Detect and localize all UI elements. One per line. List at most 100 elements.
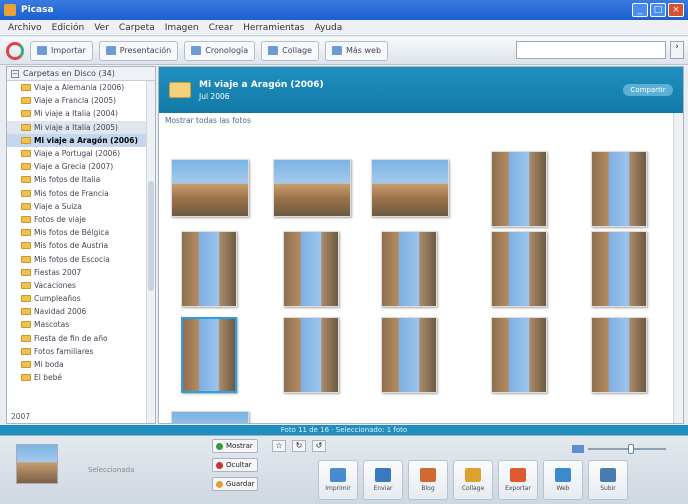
toolbar-button-4[interactable]: Más web bbox=[324, 40, 389, 61]
sidebar-folder-item[interactable]: Mi viaje a Italia (2005) bbox=[7, 120, 155, 134]
sidebar-folder-item[interactable]: Mis fotos de Austria bbox=[21, 239, 155, 252]
import-icon bbox=[37, 46, 47, 55]
slideshow-icon bbox=[105, 46, 116, 55]
folder-icon bbox=[21, 202, 31, 210]
photo-thumbnail[interactable] bbox=[371, 159, 449, 217]
sidebar-folder-item[interactable]: Fiestas 2007 bbox=[21, 266, 155, 279]
zoom-slider[interactable] bbox=[572, 444, 672, 454]
menu-item-6[interactable]: Herramientas bbox=[243, 23, 304, 33]
sidebar-folder-item[interactable]: Viaje a Alemania (2006) bbox=[21, 81, 155, 94]
hide-button[interactable]: Ocultar bbox=[212, 458, 258, 472]
menu-item-3[interactable]: Carpeta bbox=[119, 23, 155, 33]
album-view: Mi viaje a Aragón (2006) Jul 2006 Compar… bbox=[158, 66, 684, 424]
sidebar-scroll-thumb[interactable] bbox=[148, 181, 154, 291]
folder-label: Vacaciones bbox=[34, 280, 76, 290]
sidebar-folder-item[interactable]: Mi viaje a Aragón (2006) bbox=[7, 133, 155, 147]
folder-icon bbox=[21, 255, 31, 263]
photo-thumbnail[interactable] bbox=[181, 317, 237, 393]
filter-link[interactable]: Mostrar todas las fotos bbox=[159, 113, 683, 127]
folder-sidebar: − Carpetas en Disco (34) Viaje a Alemani… bbox=[6, 66, 156, 424]
sidebar-folder-item[interactable]: Viaje a Suiza bbox=[21, 200, 155, 213]
photo-thumbnail[interactable] bbox=[181, 231, 237, 307]
sidebar-folder-item[interactable]: Navidad 2006 bbox=[21, 305, 155, 318]
action-button-4[interactable]: Exportar bbox=[498, 460, 538, 500]
toolbar-buttons: Importar Presentación Cronología Collage Más… bbox=[30, 40, 389, 61]
sidebar-folder-item[interactable]: Vacaciones bbox=[21, 279, 155, 292]
sidebar-folder-item[interactable]: Fotos de viaje bbox=[21, 213, 155, 226]
search-go-button[interactable]: › bbox=[670, 41, 684, 59]
window-title: Picasa bbox=[21, 5, 54, 15]
photo-thumbnail[interactable] bbox=[381, 231, 437, 307]
photo-thumbnail[interactable] bbox=[273, 159, 351, 217]
sidebar-folder-item[interactable]: Mis fotos de Escocia bbox=[21, 252, 155, 265]
close-button[interactable]: × bbox=[668, 3, 684, 17]
photo-thumbnail[interactable] bbox=[491, 151, 547, 227]
tray-preview-thumbnail[interactable] bbox=[16, 444, 58, 484]
hide-button-label: Ocultar bbox=[226, 461, 252, 469]
photo-thumbnail[interactable] bbox=[283, 317, 339, 393]
action-button-2[interactable]: Blog bbox=[408, 460, 448, 500]
menu-item-1[interactable]: Edición bbox=[52, 23, 85, 33]
album-scrollbar[interactable] bbox=[673, 113, 683, 423]
collapse-toggle-icon[interactable]: − bbox=[11, 69, 19, 78]
rotate-left-icon[interactable]: ↺ bbox=[312, 440, 326, 452]
action-button-0[interactable]: Imprimir bbox=[318, 460, 358, 500]
save-button[interactable]: Guardar bbox=[212, 477, 258, 491]
show-button[interactable]: Mostrar bbox=[212, 439, 258, 453]
photo-thumbnail[interactable] bbox=[591, 231, 647, 307]
red-pin-icon bbox=[216, 461, 223, 469]
photo-thumbnail[interactable] bbox=[591, 151, 647, 227]
sidebar-folder-item[interactable]: Mis fotos de Bélgica bbox=[21, 226, 155, 239]
action-icon bbox=[330, 468, 346, 482]
action-button-1[interactable]: Enviar bbox=[363, 460, 403, 500]
photo-thumbnail[interactable] bbox=[283, 231, 339, 307]
action-button-5[interactable]: Web bbox=[543, 460, 583, 500]
sidebar-folder-item[interactable]: Mi boda bbox=[21, 358, 155, 371]
photo-thumbnail[interactable] bbox=[491, 317, 547, 393]
star-icon[interactable]: ☆ bbox=[272, 440, 286, 452]
folder-icon bbox=[21, 189, 31, 197]
folder-icon bbox=[21, 176, 31, 184]
photo-thumbnail[interactable] bbox=[491, 231, 547, 307]
folder-icon bbox=[21, 215, 31, 223]
sidebar-folder-item[interactable]: Viaje a Francia (2005) bbox=[21, 94, 155, 107]
action-label: Exportar bbox=[505, 485, 531, 492]
sidebar-folder-item[interactable]: Viaje a Portugal (2006) bbox=[21, 147, 155, 160]
sidebar-folder-item[interactable]: Fotos familiares bbox=[21, 345, 155, 358]
photo-thumbnail[interactable] bbox=[591, 317, 647, 393]
toolbar-button-3[interactable]: Collage bbox=[261, 40, 319, 61]
year-label: 2007 bbox=[11, 412, 31, 421]
sidebar-folder-item[interactable]: Fiesta de fin de año bbox=[21, 332, 155, 345]
photo-thumbnail[interactable] bbox=[381, 317, 437, 393]
maximize-button[interactable]: □ bbox=[650, 3, 666, 17]
menu-item-0[interactable]: Archivo bbox=[8, 23, 42, 33]
toolbar-button-0[interactable]: Importar bbox=[30, 40, 93, 61]
sidebar-folder-item[interactable]: Mis fotos de Francia bbox=[21, 187, 155, 200]
photo-thumbnail[interactable] bbox=[171, 159, 249, 217]
action-label: Web bbox=[556, 485, 570, 492]
search-input[interactable] bbox=[516, 41, 666, 59]
menu-item-5[interactable]: Crear bbox=[209, 23, 234, 33]
sidebar-folder-item[interactable]: Mi viaje a Italia (2004) bbox=[21, 107, 155, 120]
rotate-right-icon[interactable]: ↻ bbox=[292, 440, 306, 452]
menu-item-2[interactable]: Ver bbox=[94, 23, 109, 33]
sidebar-folder-item[interactable]: Cumpleaños bbox=[21, 292, 155, 305]
action-button-6[interactable]: Subir bbox=[588, 460, 628, 500]
photo-thumbnail[interactable] bbox=[171, 411, 249, 423]
collage-icon bbox=[268, 46, 279, 55]
menu-item-7[interactable]: Ayuda bbox=[314, 23, 342, 33]
toolbar-button-1[interactable]: Presentación bbox=[98, 40, 179, 61]
toolbar-button-2[interactable]: Cronología bbox=[184, 40, 256, 61]
action-button-3[interactable]: Collage bbox=[453, 460, 493, 500]
folder-tree-header-label: Carpetas en Disco (34) bbox=[23, 69, 115, 78]
minimize-button[interactable]: _ bbox=[632, 3, 648, 17]
sidebar-folder-item[interactable]: Mis fotos de Italia bbox=[21, 173, 155, 186]
menu-item-4[interactable]: Imagen bbox=[165, 23, 199, 33]
album-share-button[interactable]: Compartir bbox=[623, 84, 673, 96]
folder-tree-header[interactable]: − Carpetas en Disco (34) bbox=[7, 67, 155, 81]
sidebar-scrollbar[interactable] bbox=[146, 81, 155, 423]
sidebar-folder-item[interactable]: Viaje a Grecia (2007) bbox=[21, 160, 155, 173]
sidebar-folder-item[interactable]: Mascotas bbox=[21, 318, 155, 331]
zoom-knob[interactable] bbox=[627, 444, 634, 454]
sidebar-folder-item[interactable]: El bebé bbox=[21, 371, 155, 384]
